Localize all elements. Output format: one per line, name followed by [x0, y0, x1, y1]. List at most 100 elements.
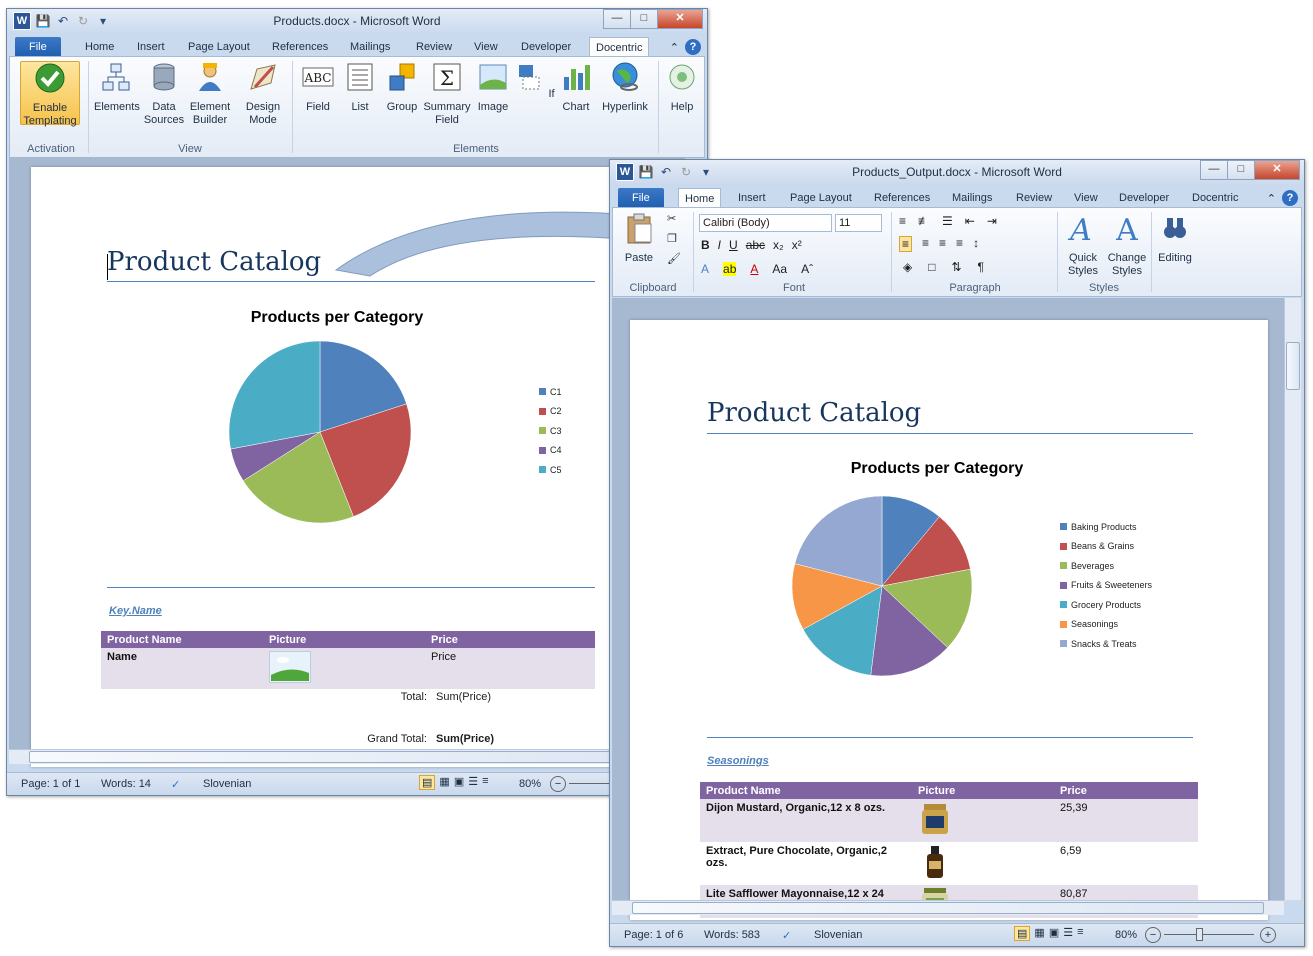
- maximize-icon[interactable]: □: [1227, 160, 1255, 180]
- element-builder-button[interactable]: Element Builder: [188, 61, 232, 127]
- zoom-level[interactable]: 80%: [1115, 929, 1137, 941]
- print-layout-icon[interactable]: ▤: [1014, 926, 1031, 941]
- tab-insert[interactable]: Insert: [131, 37, 171, 57]
- hyperlink-button[interactable]: Hyperlink: [600, 61, 650, 114]
- bold-icon[interactable]: B: [701, 238, 710, 252]
- outline-icon[interactable]: ☰: [1063, 926, 1073, 941]
- scrollbar-thumb[interactable]: [1286, 342, 1300, 390]
- zoom-out-icon[interactable]: −: [550, 776, 566, 792]
- pilcrow-icon[interactable]: ¶: [978, 260, 984, 274]
- highlight-icon[interactable]: ab: [723, 262, 737, 276]
- data-sources-button[interactable]: Data Sources: [142, 61, 186, 127]
- group-button[interactable]: Group: [380, 61, 424, 114]
- zoom-out-icon[interactable]: −: [1145, 927, 1161, 943]
- copy-icon[interactable]: ❐: [667, 232, 677, 245]
- shading-icon[interactable]: ◈: [903, 260, 912, 274]
- strikethrough-icon[interactable]: abc: [746, 238, 765, 252]
- tab-home[interactable]: Home: [79, 37, 120, 57]
- proofing-icon[interactable]: ✓: [171, 778, 180, 791]
- paste-button[interactable]: Paste: [619, 212, 659, 265]
- zoom-in-icon[interactable]: +: [1260, 927, 1276, 943]
- chart-button[interactable]: Chart: [554, 61, 598, 114]
- vertical-scrollbar[interactable]: [1284, 298, 1301, 900]
- tab-page-layout[interactable]: Page Layout: [784, 188, 858, 208]
- minimize-icon[interactable]: —: [1200, 160, 1228, 180]
- tab-references[interactable]: References: [266, 37, 334, 57]
- full-screen-icon[interactable]: ▦: [1034, 926, 1044, 941]
- draft-icon[interactable]: ≡: [482, 775, 488, 790]
- tab-developer[interactable]: Developer: [1113, 188, 1175, 208]
- tab-review[interactable]: Review: [1010, 188, 1058, 208]
- change-case-icon[interactable]: Aa: [772, 262, 787, 276]
- cut-icon[interactable]: ✂: [667, 212, 676, 225]
- borders-icon[interactable]: □: [928, 260, 935, 274]
- quick-styles-button[interactable]: A Quick Styles: [1061, 212, 1105, 278]
- horizontal-scrollbar[interactable]: [612, 900, 1284, 915]
- web-layout-icon[interactable]: ▣: [1049, 926, 1059, 941]
- sort-icon[interactable]: ⇅: [951, 260, 961, 274]
- horizontal-scrollbar[interactable]: [9, 749, 685, 764]
- field-button[interactable]: ABC Field: [296, 61, 340, 114]
- word-count[interactable]: Words: 583: [704, 929, 760, 941]
- language[interactable]: Slovenian: [814, 929, 862, 941]
- image-button[interactable]: Image: [471, 61, 515, 114]
- help-icon[interactable]: ?: [1282, 190, 1298, 206]
- scrollbar-thumb[interactable]: [632, 902, 1264, 914]
- font-name-select[interactable]: Calibri (Body): [699, 214, 832, 232]
- tab-mailings[interactable]: Mailings: [946, 188, 998, 208]
- tab-review[interactable]: Review: [410, 37, 458, 57]
- elements-button[interactable]: Elements: [94, 61, 140, 114]
- multilevel-list-icon[interactable]: ☰: [942, 214, 953, 228]
- justify-icon[interactable]: ≡: [956, 236, 963, 252]
- align-right-icon[interactable]: ≡: [939, 236, 946, 252]
- decrease-indent-icon[interactable]: ⇤: [965, 214, 975, 228]
- design-mode-button[interactable]: Design Mode: [241, 61, 285, 127]
- if-button[interactable]: If: [512, 61, 556, 101]
- outline-icon[interactable]: ☰: [468, 775, 478, 790]
- help-icon[interactable]: ?: [685, 39, 701, 55]
- bullets-icon[interactable]: ≡: [899, 214, 906, 228]
- tab-insert[interactable]: Insert: [732, 188, 772, 208]
- maximize-icon[interactable]: □: [630, 9, 658, 29]
- change-styles-button[interactable]: A Change Styles: [1105, 212, 1149, 278]
- tab-home[interactable]: Home: [678, 188, 722, 209]
- line-spacing-icon[interactable]: ↕: [973, 236, 979, 252]
- minimize-icon[interactable]: —: [603, 9, 631, 29]
- page-count[interactable]: Page: 1 of 6: [624, 929, 683, 941]
- superscript-icon[interactable]: x²: [792, 238, 802, 252]
- underline-icon[interactable]: U: [729, 238, 738, 252]
- document-page[interactable]: Product Catalog Products per Category Ba…: [630, 320, 1268, 920]
- summary-field-button[interactable]: Σ Summary Field: [422, 61, 472, 127]
- scrollbar-thumb[interactable]: [29, 751, 671, 763]
- help-button[interactable]: Help: [660, 61, 704, 114]
- tab-page-layout[interactable]: Page Layout: [182, 37, 256, 57]
- italic-icon[interactable]: I: [718, 238, 721, 252]
- zoom-slider[interactable]: [1164, 934, 1254, 935]
- align-left-icon[interactable]: ≡: [899, 236, 913, 252]
- tab-mailings[interactable]: Mailings: [344, 37, 396, 57]
- minimize-ribbon-icon[interactable]: ⌃: [1267, 192, 1276, 205]
- font-color-icon[interactable]: A: [750, 262, 758, 276]
- numbering-icon[interactable]: ≢: [918, 214, 930, 228]
- tab-docentric[interactable]: Docentric: [1186, 188, 1244, 208]
- tab-references[interactable]: References: [868, 188, 936, 208]
- align-center-icon[interactable]: ≡: [922, 236, 929, 252]
- enable-templating-button[interactable]: Enable Templating: [20, 61, 80, 127]
- font-size-select[interactable]: 11: [835, 214, 882, 232]
- tab-docentric[interactable]: Docentric: [589, 37, 650, 58]
- key-name-field[interactable]: Key.Name: [109, 605, 162, 617]
- proofing-icon[interactable]: ✓: [782, 929, 791, 942]
- full-screen-icon[interactable]: ▦: [439, 775, 449, 790]
- close-icon[interactable]: ✕: [657, 9, 703, 29]
- subscript-icon[interactable]: x₂: [773, 238, 784, 252]
- tab-file[interactable]: File: [15, 37, 61, 57]
- page-count[interactable]: Page: 1 of 1: [21, 778, 80, 790]
- format-painter-icon[interactable]: 🖌: [667, 252, 681, 265]
- category-header[interactable]: Seasonings: [707, 755, 769, 767]
- web-layout-icon[interactable]: ▣: [454, 775, 464, 790]
- tab-file[interactable]: File: [618, 188, 664, 208]
- word-count[interactable]: Words: 14: [101, 778, 151, 790]
- zoom-slider-thumb[interactable]: [1196, 928, 1203, 941]
- grow-font-icon[interactable]: Aˆ: [801, 262, 813, 276]
- draft-icon[interactable]: ≡: [1077, 926, 1083, 941]
